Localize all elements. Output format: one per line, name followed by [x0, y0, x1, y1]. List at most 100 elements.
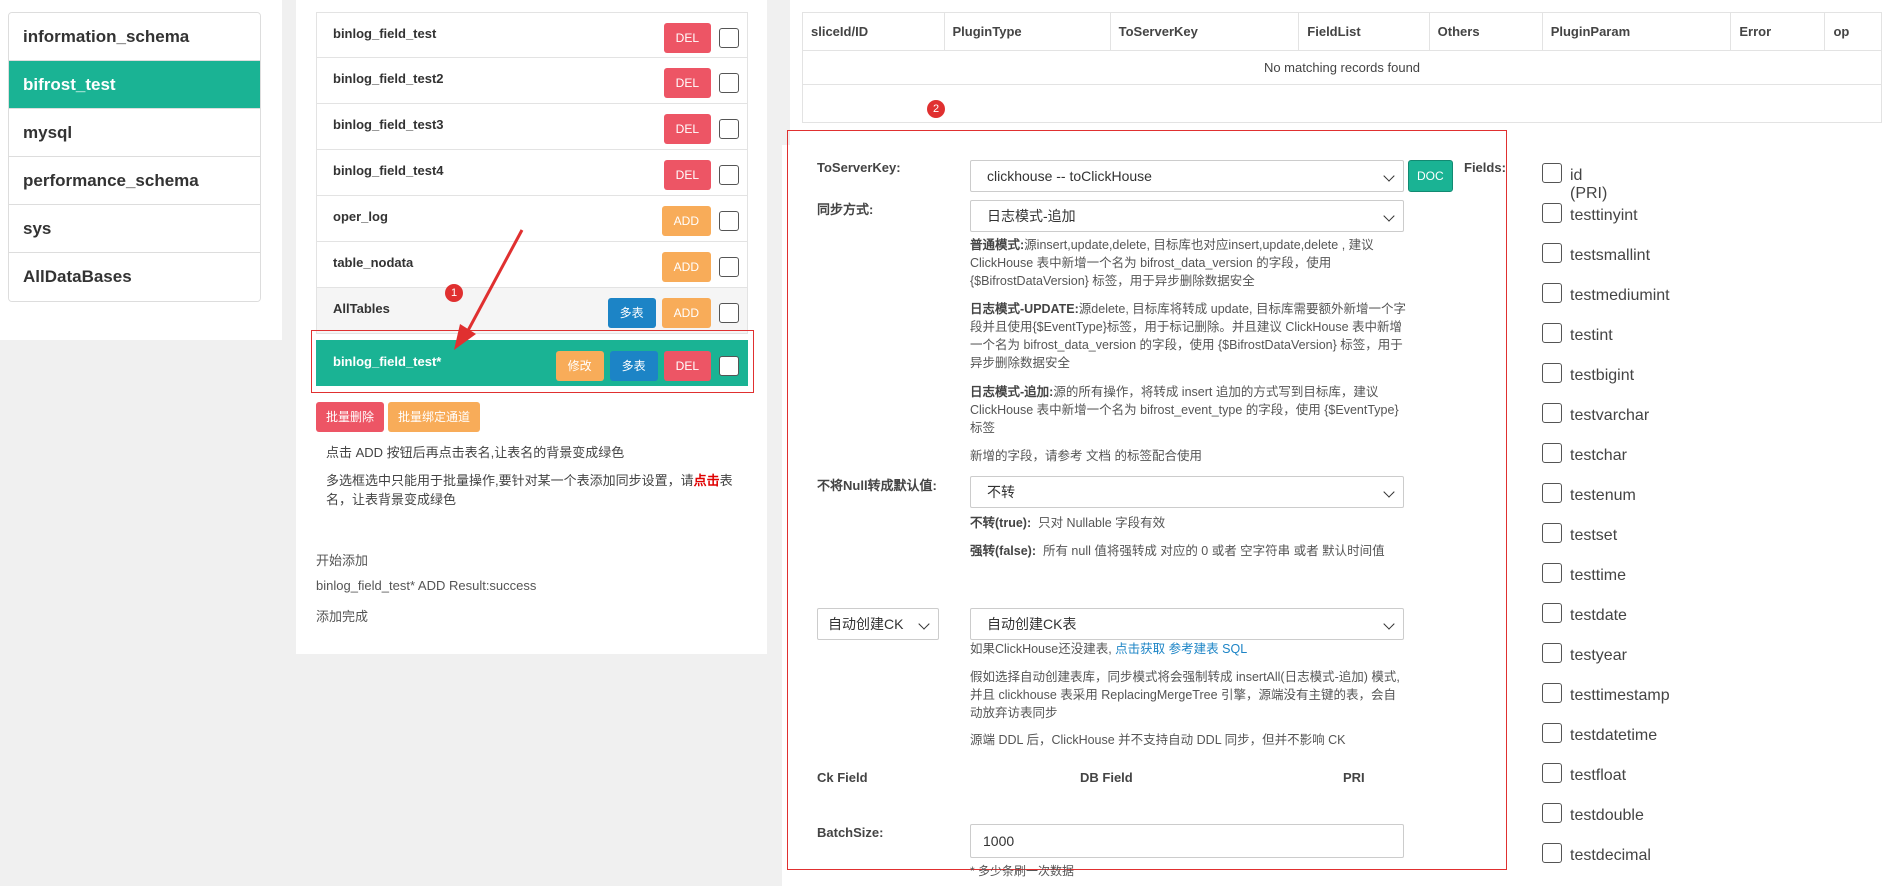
get-sql-link[interactable]: 点击获取	[1115, 642, 1165, 656]
fields-label: Fields:	[1464, 160, 1506, 175]
table-name[interactable]: binlog_field_test3	[333, 117, 444, 132]
field-checkbox[interactable]	[1542, 843, 1562, 863]
plugin-grid-panel: sliceId/ID PluginType ToServerKey FieldList…	[790, 0, 1890, 145]
grid-header-error[interactable]: Error	[1730, 12, 1826, 51]
delete-button[interactable]: DEL	[663, 160, 711, 190]
field-label[interactable]: testint	[1570, 327, 1613, 345]
row-checkbox[interactable]	[719, 119, 739, 139]
auto-create-ck-select[interactable]: 自动创建CK表	[970, 608, 1404, 640]
grid-header-sliceid-id[interactable]: sliceId/ID	[802, 12, 945, 51]
reference-sql-link[interactable]: 参考建表 SQL	[1169, 642, 1248, 656]
null-select[interactable]: 不转	[970, 476, 1404, 508]
field-checkbox[interactable]	[1542, 483, 1562, 503]
field-label[interactable]: testtime	[1570, 567, 1626, 585]
table-row-alltables[interactable]: AllTables 多表 ADD	[316, 288, 748, 334]
field-label[interactable]: testdate	[1570, 607, 1627, 625]
field-label[interactable]: testdouble	[1570, 807, 1644, 825]
row-checkbox[interactable]	[719, 257, 739, 277]
grid-header-toserverkey[interactable]: ToServerKey	[1109, 12, 1300, 51]
to-server-key-value: clickhouse -- toClickHouse	[987, 168, 1152, 184]
table-row-binlog-field-test[interactable]: binlog_field_test DEL	[316, 12, 748, 58]
doc-button[interactable]: DOC	[1408, 160, 1453, 192]
delete-button[interactable]: DEL	[663, 23, 711, 53]
grid-header-pluginparam[interactable]: PluginParam	[1541, 12, 1732, 51]
database-item-sys[interactable]: sys	[9, 205, 260, 253]
field-checkbox[interactable]	[1542, 723, 1562, 743]
field-checkbox[interactable]	[1542, 163, 1562, 183]
row-checkbox[interactable]	[719, 73, 739, 93]
row-checkbox[interactable]	[719, 28, 739, 48]
field-checkbox[interactable]	[1542, 643, 1562, 663]
field-label[interactable]: testsmallint	[1570, 247, 1650, 265]
chevron-down-icon	[1383, 618, 1395, 630]
table-row-binlog-field-test4[interactable]: binlog_field_test4 DEL	[316, 150, 748, 196]
database-item-alldatabases[interactable]: AllDataBases	[9, 253, 260, 301]
delete-button[interactable]: DEL	[663, 114, 711, 144]
field-checkbox[interactable]	[1542, 363, 1562, 383]
database-item-mysql[interactable]: mysql	[9, 109, 260, 157]
grid-header-fieldlist[interactable]: FieldList	[1298, 12, 1430, 51]
grid-header-plugintype[interactable]: PluginType	[943, 12, 1111, 51]
database-item-performance-schema[interactable]: performance_schema	[9, 157, 260, 205]
field-label[interactable]: testvarchar	[1570, 407, 1649, 425]
field-checkbox[interactable]	[1542, 683, 1562, 703]
database-item-information-schema[interactable]: information_schema	[9, 13, 260, 61]
table-row-binlog-field-test2[interactable]: binlog_field_test2 DEL	[316, 58, 748, 104]
mode-normal-desc: 普通模式:源insert,update,delete, 目标库也对应insert…	[970, 236, 1406, 290]
field-checkbox[interactable]	[1542, 803, 1562, 823]
field-checkbox[interactable]	[1542, 323, 1562, 343]
field-label[interactable]: testtinyint	[1570, 207, 1638, 225]
batch-size-input[interactable]: 1000	[970, 824, 1404, 858]
field-label[interactable]: testdatetime	[1570, 727, 1657, 745]
row-actions: 多表 ADD	[607, 298, 739, 328]
field-label[interactable]: testenum	[1570, 487, 1636, 505]
to-server-key-select[interactable]: clickhouse -- toClickHouse	[970, 160, 1404, 192]
table-name[interactable]: binlog_field_test2	[333, 71, 444, 86]
field-checkbox[interactable]	[1542, 603, 1562, 623]
sync-mode-select[interactable]: 日志模式-追加	[970, 200, 1404, 232]
field-label[interactable]: testmediumint	[1570, 287, 1670, 305]
field-checkbox[interactable]	[1542, 563, 1562, 583]
field-checkbox[interactable]	[1542, 403, 1562, 423]
field-checkbox[interactable]	[1542, 443, 1562, 463]
field-checkbox[interactable]	[1542, 243, 1562, 263]
plugin-grid: sliceId/ID PluginType ToServerKey FieldList…	[802, 12, 1882, 123]
add-button[interactable]: ADD	[661, 206, 711, 236]
row-actions: DEL	[663, 23, 739, 53]
table-name[interactable]: oper_log	[333, 209, 388, 224]
table-row-table-nodata[interactable]: table_nodata ADD	[316, 242, 748, 288]
field-checkbox[interactable]	[1542, 763, 1562, 783]
field-label[interactable]: testdecimal	[1570, 847, 1651, 865]
table-name[interactable]: table_nodata	[333, 255, 413, 270]
row-checkbox[interactable]	[719, 303, 739, 323]
grid-blank-row	[802, 84, 1882, 123]
field-checkbox[interactable]	[1542, 203, 1562, 223]
auto-create-ck-small-value: 自动创建CK	[828, 616, 904, 632]
row-checkbox[interactable]	[719, 211, 739, 231]
bulk-delete-button[interactable]: 批量删除	[316, 402, 385, 432]
table-name[interactable]: binlog_field_test	[333, 26, 436, 41]
table-name[interactable]: binlog_field_test4	[333, 163, 444, 178]
auto-create-ck-small-select[interactable]: 自动创建CK	[817, 608, 939, 640]
row-checkbox[interactable]	[719, 165, 739, 185]
table-name[interactable]: AllTables	[333, 301, 390, 316]
grid-header-others[interactable]: Others	[1428, 12, 1543, 51]
table-row-oper-log[interactable]: oper_log ADD	[316, 196, 748, 242]
database-item-bifrost-test[interactable]: bifrost_test	[9, 61, 260, 109]
bulk-bind-button[interactable]: 批量绑定通道	[388, 402, 481, 432]
multi-table-button[interactable]: 多表	[607, 298, 656, 328]
field-checkbox[interactable]	[1542, 523, 1562, 543]
field-label[interactable]: testset	[1570, 527, 1617, 545]
add-button[interactable]: ADD	[661, 298, 711, 328]
delete-button[interactable]: DEL	[663, 68, 711, 98]
grid-header-op[interactable]: op	[1824, 12, 1882, 51]
field-checkbox[interactable]	[1542, 283, 1562, 303]
field-label[interactable]: id (PRI)	[1570, 167, 1607, 203]
field-label[interactable]: testfloat	[1570, 767, 1626, 785]
add-button[interactable]: ADD	[661, 252, 711, 282]
field-label[interactable]: testyear	[1570, 647, 1627, 665]
field-label[interactable]: testchar	[1570, 447, 1627, 465]
field-label[interactable]: testtimestamp	[1570, 687, 1670, 705]
field-label[interactable]: testbigint	[1570, 367, 1634, 385]
table-row-binlog-field-test3[interactable]: binlog_field_test3 DEL	[316, 104, 748, 150]
